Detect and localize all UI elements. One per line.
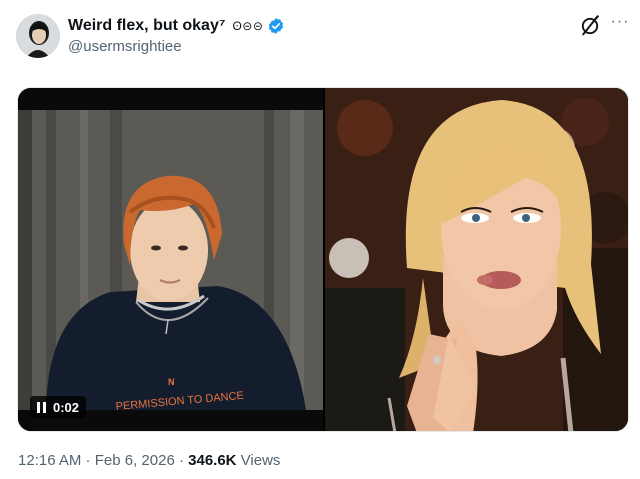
video-play-state[interactable]: 0:02 xyxy=(30,396,87,418)
views-count[interactable]: 346.6K xyxy=(188,452,236,469)
author-handle[interactable]: @usermsrightiee xyxy=(68,38,182,55)
photo-image xyxy=(325,88,628,431)
more-options-button[interactable]: ··· xyxy=(608,12,632,36)
views-label: Views xyxy=(236,452,281,469)
video-tile[interactable]: N PERMISSION TO DANCE 0:02 xyxy=(18,88,323,431)
post-date[interactable]: Feb 6, 2026 xyxy=(95,452,175,469)
video-thumbnail: N PERMISSION TO DANCE xyxy=(18,88,323,431)
author-name-glyphs: ʘ⊝⊝ xyxy=(232,19,264,33)
pause-icon xyxy=(37,401,46,413)
author-name[interactable]: Weird flex, but okay⁷ xyxy=(68,17,225,35)
avatar-image xyxy=(16,14,60,58)
post-time[interactable]: 12:16 AM xyxy=(18,452,81,469)
verified-badge-icon xyxy=(269,18,284,34)
shirt-logo: N xyxy=(168,377,175,387)
post-meta: 12:16 AM · Feb 6, 2026 · 346.6K Views xyxy=(18,452,280,469)
separator-dot: · xyxy=(81,452,95,469)
photo-tile[interactable] xyxy=(325,88,628,431)
author-avatar[interactable] xyxy=(16,14,60,58)
more-icon: ··· xyxy=(610,13,630,30)
grok-icon[interactable] xyxy=(578,14,602,38)
media-grid: N PERMISSION TO DANCE 0:02 xyxy=(17,87,629,432)
video-time: 0:02 xyxy=(53,399,80,415)
separator-dot-2: · xyxy=(174,452,189,469)
author-name-row: Weird flex, but okay⁷ ʘ⊝⊝ xyxy=(68,15,285,37)
